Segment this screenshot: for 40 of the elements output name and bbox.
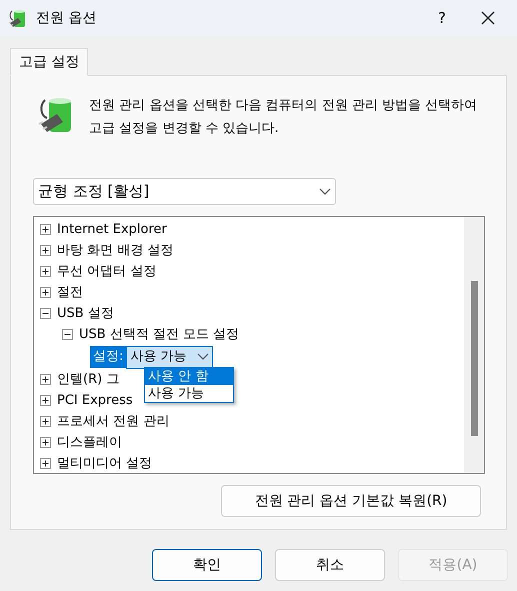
- setting-dropdown[interactable]: 사용 가능: [126, 346, 213, 368]
- dropdown-option[interactable]: 사용 안 함: [145, 368, 233, 385]
- expand-icon[interactable]: [40, 437, 51, 448]
- expand-icon[interactable]: [40, 224, 51, 235]
- help-button[interactable]: ?: [419, 0, 465, 36]
- scrollbar[interactable]: [464, 217, 484, 473]
- dialog-button[interactable]: 확인: [152, 549, 262, 581]
- tree-item[interactable]: USB 설정: [57, 304, 114, 324]
- tree-item[interactable]: USB 선택적 절전 모드 설정: [79, 324, 240, 344]
- description-text: 전원 관리 옵션을 선택한 다음 컴퓨터의 전원 관리 방법을 선택하여 고급 설정을 변경할 수 있습니다.: [89, 97, 478, 138]
- tree-item[interactable]: Internet Explorer: [57, 220, 167, 240]
- restore-defaults-button[interactable]: 전원 관리 옵션 기본값 복원(R): [221, 485, 481, 517]
- expand-icon[interactable]: [40, 416, 51, 427]
- tree-item[interactable]: PCI Express: [57, 390, 133, 410]
- battery-plug-icon: [8, 8, 28, 28]
- chevron-down-icon: [196, 353, 209, 361]
- tree-item[interactable]: 디스플레이: [57, 432, 122, 452]
- expand-icon[interactable]: [40, 458, 51, 469]
- plan-dropdown[interactable]: 균형 조정 [활성]: [33, 178, 336, 205]
- tree-item[interactable]: 절전: [57, 282, 83, 302]
- tab[interactable]: 고급 설정: [10, 48, 88, 76]
- collapse-icon[interactable]: [40, 308, 51, 319]
- dropdown-option[interactable]: 사용 가능: [145, 385, 233, 402]
- tree-item[interactable]: 프로세서 전원 관리: [57, 412, 170, 432]
- chevron-down-icon: [319, 188, 331, 196]
- scrollbar-thumb[interactable]: [470, 281, 478, 436]
- tree-item[interactable]: 바탕 화면 배경 설정: [57, 240, 174, 260]
- close-icon: [481, 11, 495, 25]
- expand-icon[interactable]: [40, 287, 51, 298]
- expand-icon[interactable]: [40, 374, 51, 385]
- dialog-button[interactable]: 취소: [275, 549, 385, 581]
- window-title: 전원 옵션: [36, 8, 96, 28]
- tree-item[interactable]: 인텔(R) 그: [57, 370, 120, 390]
- collapse-icon[interactable]: [62, 329, 73, 340]
- tree-item[interactable]: 멀티미디어 설정: [57, 454, 152, 473]
- expand-icon[interactable]: [40, 395, 51, 406]
- setting-label: 설정:: [90, 346, 126, 368]
- expand-icon[interactable]: [40, 266, 51, 277]
- expand-icon[interactable]: [40, 245, 51, 256]
- tree-item[interactable]: 무선 어댑터 설정: [57, 262, 156, 282]
